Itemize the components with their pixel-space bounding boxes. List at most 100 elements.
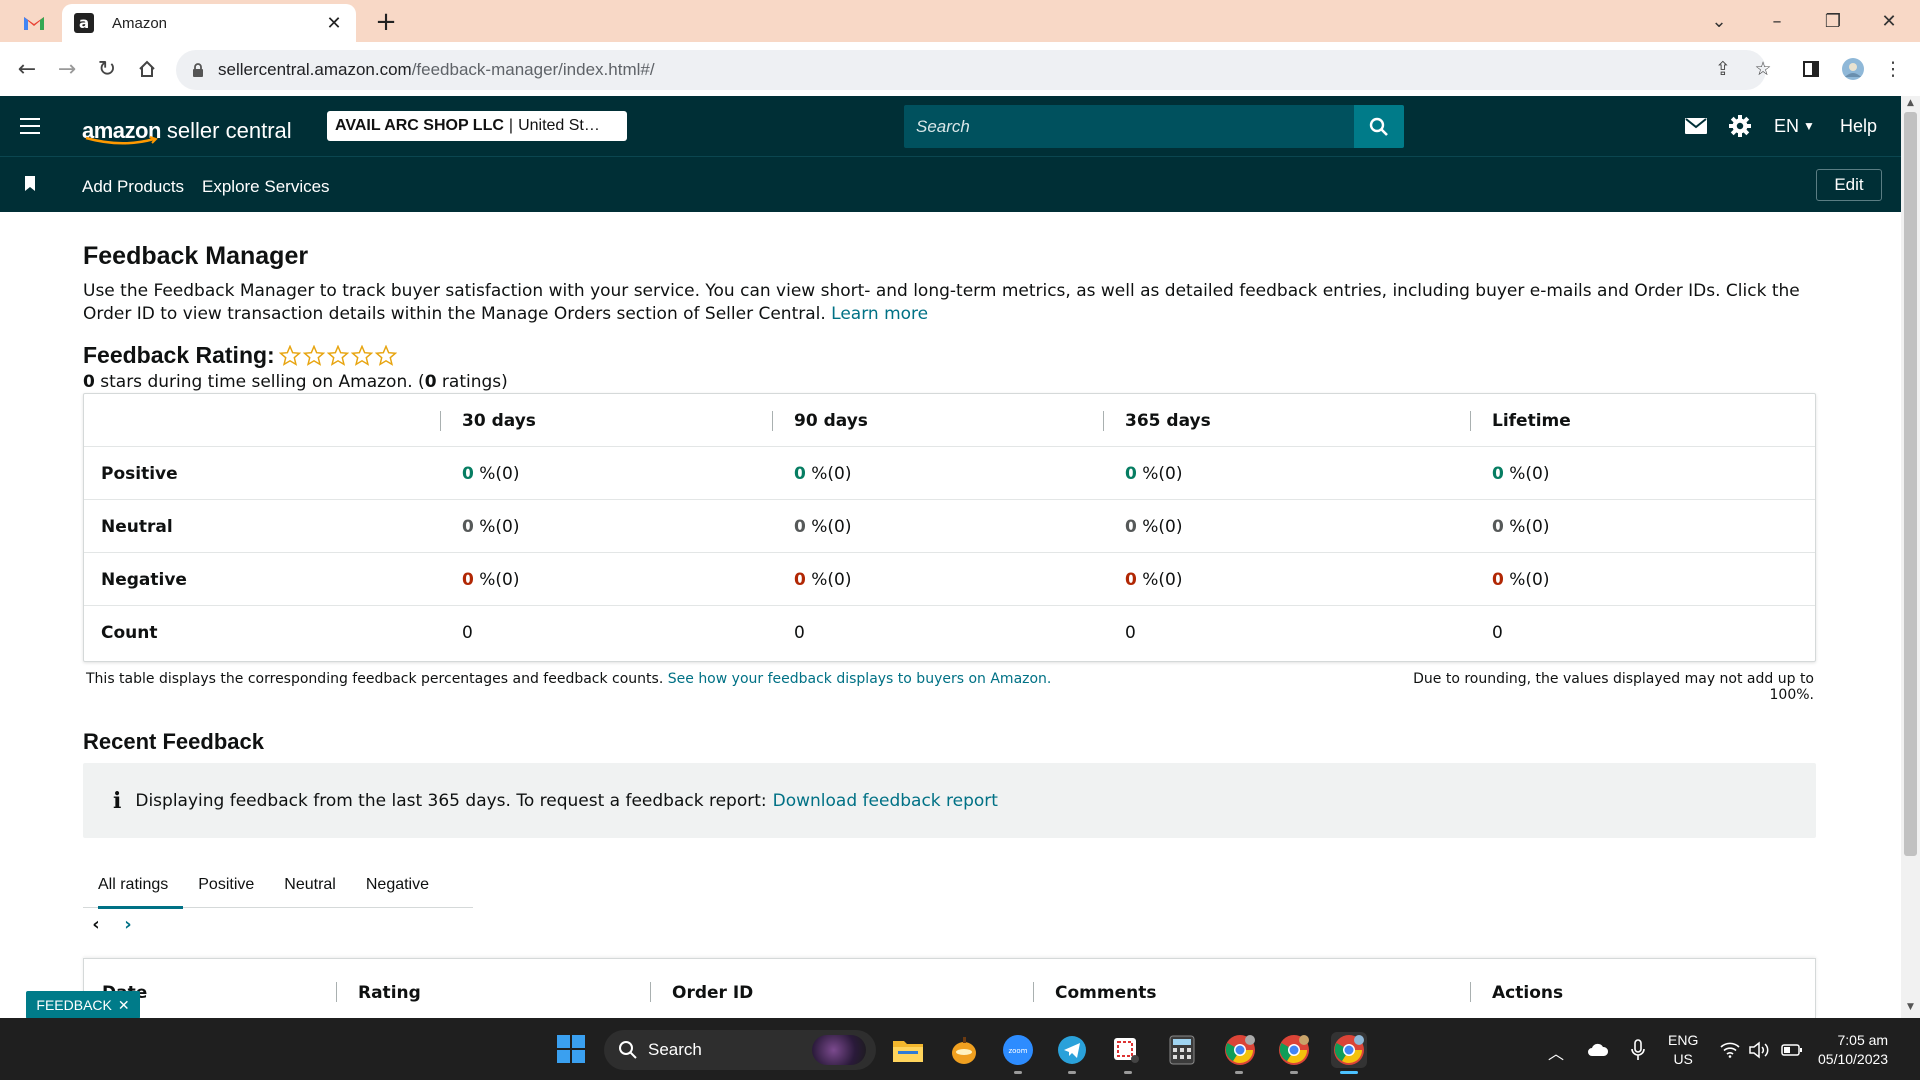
settings-gear-icon[interactable]: [1724, 111, 1756, 141]
account-switcher[interactable]: AVAIL ARC SHOP LLC | United St…: [327, 111, 627, 141]
browser-tab-amazon[interactable]: a Amazon ✕: [62, 4, 356, 42]
wifi-icon[interactable]: [1718, 1038, 1742, 1062]
restore-window-button[interactable]: ❐: [1806, 4, 1860, 38]
zoom-icon[interactable]: zoom: [1000, 1032, 1036, 1068]
microphone-icon[interactable]: [1626, 1038, 1650, 1062]
snipping-tool-icon[interactable]: [1108, 1032, 1144, 1068]
tab-neutral[interactable]: Neutral: [269, 862, 351, 908]
column-divider: [1103, 411, 1104, 431]
onedrive-cloud-icon[interactable]: [1586, 1038, 1610, 1062]
home-icon[interactable]: [130, 52, 164, 86]
side-panel-icon[interactable]: [1796, 54, 1826, 84]
volume-icon[interactable]: [1748, 1038, 1772, 1062]
info-text: Displaying feedback from the last 365 da…: [135, 790, 767, 811]
reload-icon[interactable]: ↻: [90, 52, 124, 86]
snipping-running-indicator: [1124, 1071, 1132, 1074]
list-column-header[interactable]: Comments: [1055, 983, 1156, 1003]
metrics-cell: 0 %(0): [1125, 500, 1182, 553]
close-window-button[interactable]: ✕: [1862, 4, 1916, 38]
nav-add-products[interactable]: Add Products: [82, 176, 184, 198]
taskbar-clock[interactable]: 7:05 am 05/10/2023: [1818, 1031, 1888, 1069]
list-column-header[interactable]: Order ID: [672, 983, 753, 1003]
previous-page-chevron-icon[interactable]: ‹: [88, 914, 104, 935]
profile-avatar[interactable]: [1838, 54, 1868, 84]
search-button[interactable]: [1354, 105, 1404, 148]
metric-value: 0: [462, 569, 474, 590]
mail-icon[interactable]: [1680, 111, 1712, 141]
telegram-icon[interactable]: [1054, 1032, 1090, 1068]
minimize-window-button[interactable]: –: [1750, 4, 1804, 38]
windows-start-icon[interactable]: [556, 1034, 586, 1064]
download-report-link[interactable]: Download feedback report: [773, 791, 998, 811]
chrome-profile-1-icon[interactable]: [1222, 1032, 1258, 1068]
help-link[interactable]: Help: [1840, 112, 1877, 140]
file-explorer-icon[interactable]: [890, 1032, 926, 1068]
bookmark-star-icon[interactable]: ☆: [1748, 54, 1778, 84]
metrics-cell: 0: [462, 606, 473, 659]
browser-menu-icon[interactable]: ⋮: [1878, 54, 1908, 84]
scrollbar-thumb[interactable]: [1904, 112, 1917, 856]
tab-search-chevron-icon[interactable]: ⌄: [1692, 4, 1746, 38]
metric-percent: %(0): [473, 463, 520, 484]
chrome2-running-indicator: [1290, 1071, 1298, 1074]
nav-explore-services[interactable]: Explore Services: [202, 176, 330, 198]
address-bar[interactable]: sellercentral.amazon.com/feedback-manage…: [176, 50, 1766, 90]
feedback-button[interactable]: FEEDBACK ✕: [26, 991, 140, 1019]
edit-bookmarks-button[interactable]: Edit: [1816, 169, 1882, 201]
lang-line-1: ENG: [1668, 1032, 1699, 1048]
metrics-cell: 0 %(0): [1492, 553, 1549, 606]
intro-text: Use the Feedback Manager to track buyer …: [83, 281, 1800, 324]
list-column-header[interactable]: Rating: [358, 983, 421, 1003]
language-selector[interactable]: EN ▼: [1774, 112, 1815, 140]
seller-search-box[interactable]: [904, 105, 1354, 148]
metric-value: 0: [462, 622, 473, 643]
lock-icon[interactable]: [190, 62, 206, 78]
new-tab-button[interactable]: +: [372, 7, 400, 37]
rating-stars: [278, 345, 397, 366]
lang-line-2: US: [1673, 1051, 1693, 1067]
metric-percent: %(0): [1503, 463, 1550, 484]
amazon-favicon-icon: a: [74, 13, 94, 33]
chrome-active-icon[interactable]: [1331, 1032, 1367, 1068]
table-note: This table displays the corresponding fe…: [86, 671, 1051, 687]
scroll-up-arrow-icon[interactable]: ▲: [1904, 98, 1917, 110]
tab-negative[interactable]: Negative: [351, 862, 444, 908]
search-input[interactable]: [916, 116, 1354, 137]
chrome-profile-2-icon[interactable]: [1276, 1032, 1312, 1068]
buyer-display-link[interactable]: See how your feedback displays to buyers…: [668, 671, 1052, 687]
column-divider: [440, 411, 441, 431]
scroll-down-arrow-icon[interactable]: ▼: [1904, 1002, 1917, 1014]
pear-app-icon[interactable]: [946, 1032, 982, 1068]
tab-positive[interactable]: Positive: [183, 862, 269, 908]
gmail-pinned-tab[interactable]: [14, 8, 54, 36]
metrics-column-header: 365 days: [1125, 410, 1211, 431]
battery-icon[interactable]: [1780, 1038, 1804, 1062]
clock-date: 05/10/2023: [1818, 1051, 1889, 1067]
tab-all-ratings[interactable]: All ratings: [83, 862, 184, 909]
calculator-icon[interactable]: [1164, 1032, 1200, 1068]
column-divider: [336, 982, 337, 1002]
metric-value: 0: [1125, 569, 1137, 590]
hamburger-menu-icon[interactable]: [18, 114, 42, 138]
input-language-indicator[interactable]: ENG US: [1668, 1031, 1698, 1069]
next-page-chevron-icon[interactable]: ›: [120, 914, 136, 935]
metric-value: 0: [1125, 622, 1136, 643]
learn-more-link[interactable]: Learn more: [831, 304, 928, 324]
metrics-row-label: Neutral: [101, 516, 173, 537]
close-tab-icon[interactable]: ✕: [324, 13, 344, 34]
metric-value: 0: [794, 569, 806, 590]
share-icon[interactable]: ⇪: [1708, 54, 1738, 84]
list-column-header[interactable]: Actions: [1492, 983, 1563, 1003]
metrics-row-label: Count: [101, 622, 158, 643]
taskbar-search[interactable]: Search: [604, 1030, 876, 1070]
bookmark-icon[interactable]: [24, 176, 36, 191]
back-arrow-icon[interactable]: ←: [10, 52, 44, 86]
metrics-cell: 0 %(0): [794, 500, 851, 553]
tray-overflow-chevron-icon[interactable]: ︿: [1548, 1040, 1564, 1064]
metric-value: 0: [1492, 516, 1504, 537]
close-icon[interactable]: ✕: [118, 997, 130, 1014]
metrics-row-label: Negative: [101, 569, 187, 590]
forward-arrow-icon[interactable]: →: [50, 52, 84, 86]
metrics-header-row: 30 days 90 days 365 days Lifetime: [84, 394, 1815, 447]
chrome-active-indicator: [1340, 1071, 1358, 1074]
